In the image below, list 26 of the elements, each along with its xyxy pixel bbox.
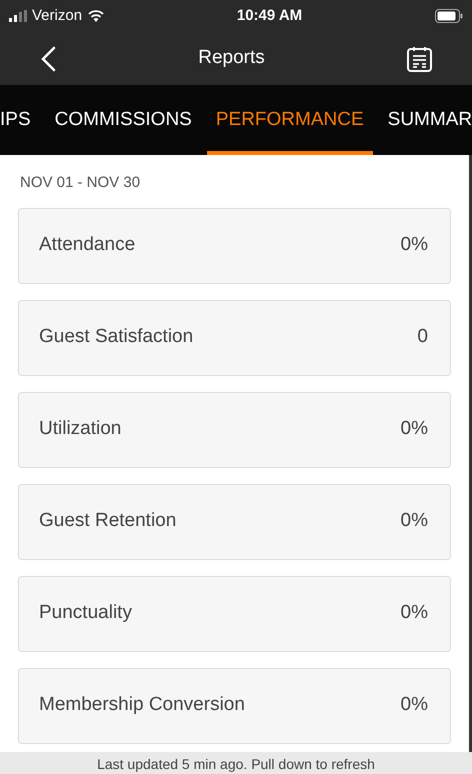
tab[interactable]: SUMMAR [378, 85, 472, 155]
carrier-name: Verizon [32, 6, 82, 26]
refresh-hint: Last updated 5 min ago. Pull down to refresh [97, 755, 375, 774]
calendar-icon[interactable] [407, 46, 432, 72]
metric-value: 0% [400, 601, 428, 626]
battery-icon [435, 9, 463, 23]
tab[interactable]: PERFORMANCE [206, 85, 373, 155]
metric-value: 0 [417, 325, 428, 350]
metric-value: 0% [400, 693, 428, 718]
metric-name: Utilization [39, 417, 122, 442]
metric-value: 0% [400, 233, 428, 258]
metric-name: Attendance [39, 233, 136, 258]
signal-icon [9, 10, 27, 22]
metric-value: 0% [400, 417, 428, 442]
tab[interactable]: COMMISSIONS [46, 85, 201, 155]
screen-title: Reports [198, 46, 265, 70]
wifi-icon [88, 10, 104, 22]
clock-time: 10:49 AM [236, 6, 302, 26]
metric-name: Punctuality [39, 601, 132, 626]
metric-value: 0% [400, 509, 428, 534]
metric-name: Guest Satisfaction [39, 325, 194, 350]
metric-name: Membership Conversion [39, 693, 245, 718]
date-range: NOV 01 - NOV 30 [20, 173, 142, 193]
back-icon[interactable] [40, 46, 56, 72]
tab[interactable]: IPS [0, 85, 40, 155]
metric-name: Guest Retention [39, 509, 176, 534]
